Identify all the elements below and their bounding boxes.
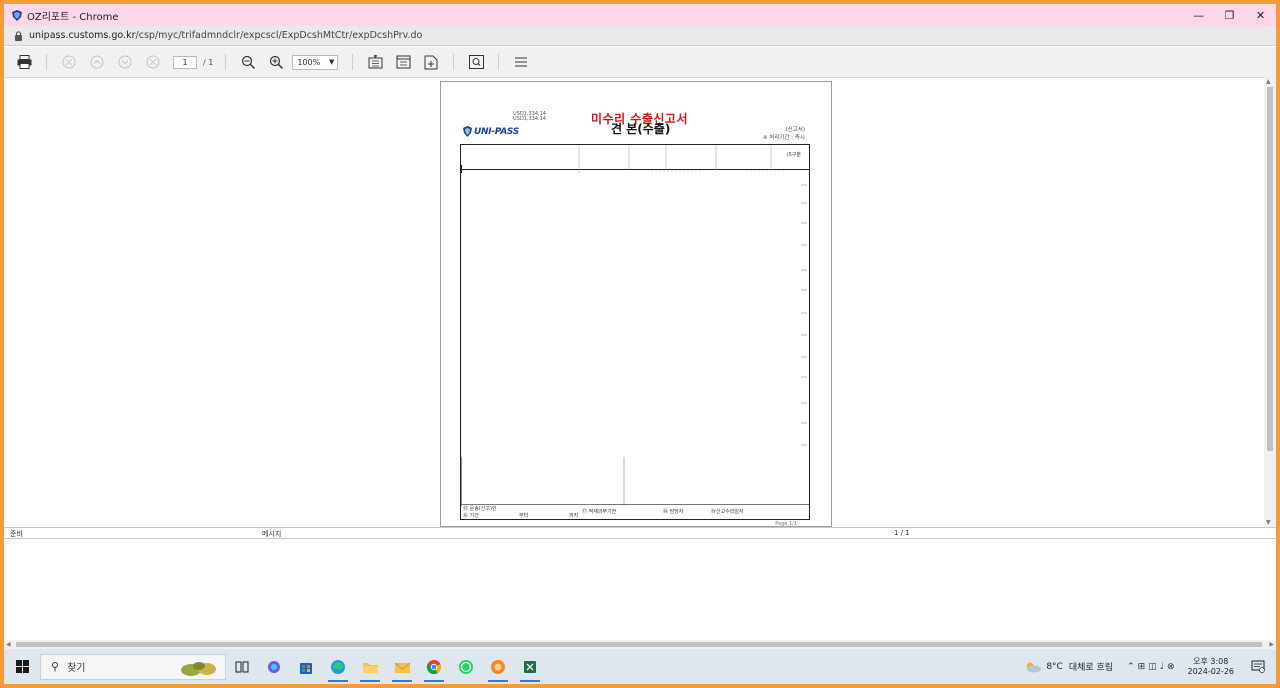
sample-watermark-title: 견 본(수출) xyxy=(611,122,671,136)
minimize-button[interactable]: — xyxy=(1183,4,1214,26)
scroll-left-arrow-icon[interactable]: ◀ xyxy=(6,641,11,648)
report-page: USD1,334.14 USD1,334.14 미수리 수출신고서 견 본(수출… xyxy=(440,81,832,527)
chevron-up-icon[interactable]: ⌃ xyxy=(1127,662,1138,672)
document-info: (신고서) ※ 처리기간 : 즉시 xyxy=(763,126,805,142)
footer-cell: 까지 xyxy=(569,513,579,519)
system-tray: 8°C 대체로 흐림 ⌃ ⊞ ◫ ♩ ⊗ 오후 3:08 2024-02-26 xyxy=(1024,649,1276,684)
chevron-down-icon: ▼ xyxy=(328,58,335,66)
network-icon[interactable]: ⊞ xyxy=(1138,662,1149,672)
display-icon[interactable]: ◫ xyxy=(1148,662,1160,672)
search-placeholder: 찾기 xyxy=(67,663,86,674)
search-highlight-icon xyxy=(181,661,216,676)
title-bar: OZ리포트 - Chrome — ❐ ✕ xyxy=(4,4,1276,26)
footer-cell: ⑱ 담당자 xyxy=(663,509,684,515)
usd-amount-2: USD1,334.14 xyxy=(513,116,546,122)
zoom-value: 100% xyxy=(297,57,321,67)
save-export-icon[interactable] xyxy=(367,54,383,70)
last-page-icon[interactable] xyxy=(145,54,161,70)
edge-icon[interactable] xyxy=(322,649,354,684)
clock-time: 오후 3:08 xyxy=(1193,656,1229,666)
whatsapp-icon[interactable] xyxy=(450,649,482,684)
vertical-scrollbar[interactable]: ▲ ▼ xyxy=(1264,77,1276,527)
page-setup-icon[interactable] xyxy=(395,54,411,70)
status-icon[interactable]: ⊗ xyxy=(1167,662,1178,672)
excel-icon[interactable] xyxy=(514,649,546,684)
toolbar-divider xyxy=(352,54,354,70)
window-title: OZ리포트 - Chrome xyxy=(27,11,119,23)
footer-cell: ⑯ 기간 xyxy=(463,513,479,519)
volume-icon[interactable]: ♩ xyxy=(1160,662,1167,672)
scroll-right-arrow-icon[interactable]: ▶ xyxy=(1269,641,1274,648)
menu-icon[interactable] xyxy=(513,54,529,70)
zoom-in-icon[interactable] xyxy=(268,54,284,70)
weather-text: 대체로 흐림 xyxy=(1068,663,1114,673)
usd-amounts: USD1,334.14 USD1,334.14 xyxy=(513,112,546,122)
status-ready: 준비 xyxy=(10,530,23,538)
next-page-icon[interactable] xyxy=(117,54,133,70)
horizontal-scrollbar[interactable]: ◀ ▶ xyxy=(4,640,1276,649)
app-orange-icon[interactable] xyxy=(482,649,514,684)
search-icon: ⚲ xyxy=(51,660,60,673)
browser-window: OZ리포트 - Chrome — ❐ ✕ unipass.customs.go.… xyxy=(4,4,1276,684)
footer-cell: 부터 xyxy=(519,513,529,519)
file-explorer-icon[interactable] xyxy=(354,649,386,684)
scroll-up-arrow-icon[interactable]: ▲ xyxy=(1266,78,1271,85)
toolbar-divider xyxy=(453,54,455,70)
tray-icons: ⌃ ⊞ ◫ ♩ ⊗ xyxy=(1127,662,1177,672)
print-icon[interactable] xyxy=(16,54,32,70)
footer-cell: ⑰ 적재의무기한 xyxy=(582,509,617,515)
zoom-out-icon[interactable] xyxy=(240,54,256,70)
status-page-count: 1 / 1 xyxy=(894,529,910,537)
info-line-1: (신고서) xyxy=(785,127,805,133)
start-button[interactable] xyxy=(4,649,40,684)
scroll-down-arrow-icon[interactable]: ▼ xyxy=(1266,519,1271,526)
prev-page-icon[interactable] xyxy=(89,54,105,70)
add-page-icon[interactable] xyxy=(423,54,439,70)
empty-area xyxy=(4,540,1276,640)
task-view-icon[interactable] xyxy=(226,649,258,684)
form-grid-lines xyxy=(461,145,807,506)
weather-widget[interactable]: 8°C 대체로 흐림 xyxy=(1024,660,1113,673)
vertical-scrollbar-thumb[interactable] xyxy=(1267,87,1273,451)
find-icon[interactable] xyxy=(468,54,484,70)
clock-date: 2024-02-26 xyxy=(1187,666,1235,676)
taskbar: ⚲ 찾기 8°C 대체로 흐림 ⌃ ⊞ ◫ ♩ ⊗ 오후 3:08 2024-0… xyxy=(4,649,1276,684)
shield-logo-icon xyxy=(463,126,472,137)
form-footer-row: ⑮ 운송(신고)인 ⑯ 기간 부터 까지 ⑰ 적재의무기한 ⑱ 담당자 ⑲신고수… xyxy=(461,504,809,519)
toolbar-divider xyxy=(498,54,500,70)
cloud-sun-icon xyxy=(1026,662,1042,672)
lock-icon xyxy=(15,30,22,41)
declaration-form-table: (5구분 ⑮ 운송(신고)인 ⑯ 기간 부터 까지 ⑰ 적재의무기한 ⑱ 담당자… xyxy=(460,144,810,520)
footer-cell: ⑮ 운송(신고)인 xyxy=(463,506,497,512)
taskbar-search[interactable]: ⚲ 찾기 xyxy=(40,653,226,680)
viewer-toolbar: 1 / 1 100% ▼ xyxy=(4,47,1276,77)
windows-logo-icon xyxy=(15,660,29,673)
toolbar-divider xyxy=(46,54,47,70)
horizontal-scrollbar-thumb[interactable] xyxy=(16,642,1262,647)
mail-folder-icon[interactable] xyxy=(386,649,418,684)
page-number-input[interactable]: 1 xyxy=(173,55,197,69)
url-host: unipass.customs.go.kr xyxy=(29,30,136,41)
notification-icon[interactable] xyxy=(1248,657,1268,677)
zoom-select[interactable]: 100% ▼ xyxy=(292,54,339,70)
status-bar: 준비 메시지 1 / 1 xyxy=(4,527,1276,539)
logo-text: UNI-PASS xyxy=(474,126,519,137)
unipass-logo: UNI-PASS xyxy=(463,126,519,137)
chrome-icon[interactable] xyxy=(418,649,450,684)
weather-temp: 8°C xyxy=(1046,661,1063,672)
maximize-button[interactable]: ❐ xyxy=(1214,4,1245,26)
toolbar-divider xyxy=(225,54,227,70)
store-icon[interactable] xyxy=(290,649,322,684)
address-bar[interactable]: unipass.customs.go.kr/csp/myc/trifadmndc… xyxy=(4,26,1276,46)
close-button[interactable]: ✕ xyxy=(1245,4,1276,26)
url-path: /csp/myc/trifadmndclr/expcscl/ExpDcshMtC… xyxy=(135,30,423,41)
copilot-icon[interactable] xyxy=(258,649,290,684)
status-message: 메시지 xyxy=(262,530,282,538)
first-page-icon[interactable] xyxy=(61,54,77,70)
clock[interactable]: 오후 3:08 2024-02-26 xyxy=(1188,657,1235,677)
info-line-2: ※ 처리기간 : 즉시 xyxy=(762,135,805,141)
page-total: / 1 xyxy=(203,57,214,67)
footer-cell: ⑲신고수리일자 xyxy=(711,509,744,515)
shield-app-icon xyxy=(12,9,22,21)
